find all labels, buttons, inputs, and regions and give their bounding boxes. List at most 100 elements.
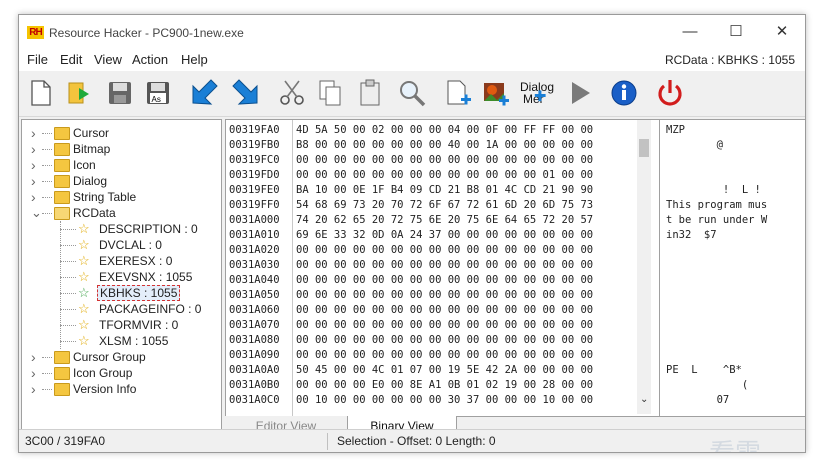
tree-item[interactable]: › Version Info — [22, 381, 221, 397]
hex-row[interactable]: 0031A030 00 00 00 00 00 00 00 00 00 00 00… — [226, 258, 636, 273]
cut-button[interactable] — [277, 78, 307, 108]
hex-bytes[interactable]: B8 00 00 00 00 00 00 00 40 00 1A 00 00 0… — [296, 138, 593, 153]
hex-row[interactable]: 0031A060 00 00 00 00 00 00 00 00 00 00 00… — [226, 303, 636, 318]
hex-row[interactable]: 0031A0A0 50 45 00 00 4C 01 07 00 19 5E 42… — [226, 363, 636, 378]
hex-row[interactable]: 00319FD0 00 00 00 00 00 00 00 00 00 00 00… — [226, 168, 636, 183]
hex-bytes[interactable]: 00 00 00 00 00 00 00 00 00 00 00 00 00 0… — [296, 258, 593, 273]
hex-row[interactable]: 00319FF0 54 68 69 73 20 70 72 6F 67 72 61… — [226, 198, 636, 213]
hex-row[interactable]: 0031A010 69 6E 33 32 0D 0A 24 37 00 00 00… — [226, 228, 636, 243]
hex-row[interactable]: 0031A0B0 00 00 00 00 E0 00 8E A1 0B 01 02… — [226, 378, 636, 393]
tree-item[interactable]: › String Table — [22, 189, 221, 205]
hex-row[interactable]: 0031A080 00 00 00 00 00 00 00 00 00 00 00… — [226, 333, 636, 348]
hex-bytes[interactable]: 00 00 00 00 00 00 00 00 00 00 00 00 00 0… — [296, 318, 593, 333]
add-image-resource-button[interactable] — [481, 78, 511, 108]
menu-help[interactable]: Help — [181, 52, 208, 67]
hex-bytes[interactable]: 00 00 00 00 00 00 00 00 00 00 00 00 00 0… — [296, 333, 593, 348]
hex-bytes[interactable]: 4D 5A 50 00 02 00 00 00 04 00 0F 00 FF F… — [296, 123, 593, 138]
chevron-right-icon[interactable]: › — [31, 189, 39, 205]
tree-item[interactable]: ☆ DESCRIPTION : 0 — [22, 221, 221, 237]
menu-view[interactable]: View — [94, 52, 122, 67]
compile-run-button[interactable] — [565, 78, 595, 108]
hex-row[interactable]: 0031A050 00 00 00 00 00 00 00 00 00 00 00… — [226, 288, 636, 303]
hex-bytes[interactable]: 00 00 00 00 00 00 00 00 00 00 00 00 00 0… — [296, 168, 593, 183]
scroll-down-arrow-icon[interactable]: ⌄ — [640, 394, 648, 405]
paste-button[interactable] — [355, 78, 385, 108]
tree-item[interactable]: ⌄ RCData — [22, 205, 221, 221]
new-button[interactable] — [25, 78, 55, 108]
save-as-button[interactable]: As — [143, 78, 173, 108]
ascii-row[interactable]: @ — [666, 138, 723, 153]
about-button[interactable] — [609, 78, 639, 108]
hex-row[interactable]: 00319FC0 00 00 00 00 00 00 00 00 00 00 00… — [226, 153, 636, 168]
tree-item[interactable]: ☆ PACKAGEINFO : 0 — [22, 301, 221, 317]
close-button[interactable]: ✕ — [759, 19, 805, 45]
ascii-row[interactable]: ( — [666, 378, 748, 393]
chevron-right-icon[interactable]: › — [31, 381, 39, 397]
ascii-row[interactable]: 07 — [666, 393, 730, 408]
hex-row[interactable]: 00319FB0 B8 00 00 00 00 00 00 00 40 00 1A… — [226, 138, 636, 153]
chevron-right-icon[interactable]: › — [31, 125, 39, 141]
menu-action[interactable]: Action — [132, 52, 168, 67]
hex-row[interactable]: 00319FA0 4D 5A 50 00 02 00 00 00 04 00 0F… — [226, 123, 636, 138]
hex-bytes[interactable]: 74 20 62 65 20 72 75 6E 20 75 6E 64 65 7… — [296, 213, 593, 228]
hex-bytes[interactable]: 54 68 69 73 20 70 72 6F 67 72 61 6D 20 6… — [296, 198, 593, 213]
chevron-down-icon[interactable]: ⌄ — [31, 205, 42, 221]
hex-bytes[interactable]: BA 10 00 0E 1F B4 09 CD 21 B8 01 4C CD 2… — [296, 183, 593, 198]
chevron-right-icon[interactable]: › — [31, 365, 39, 381]
tree-item[interactable]: ☆ DVCLAL : 0 — [22, 237, 221, 253]
tree-item[interactable]: ☆ XLSM : 1055 — [22, 333, 221, 349]
back-button[interactable] — [189, 78, 219, 108]
ascii-row[interactable]: PE L ^B* — [666, 363, 742, 378]
hex-vertical-scrollbar[interactable]: ⌄ — [637, 120, 651, 414]
hex-row[interactable]: 0031A0C0 00 10 00 00 00 00 00 00 30 37 00… — [226, 393, 636, 408]
tree-item[interactable]: › Bitmap — [22, 141, 221, 157]
hex-bytes[interactable]: 50 45 00 00 4C 01 07 00 19 5E 42 2A 00 0… — [296, 363, 593, 378]
tree-item[interactable]: ☆ TFORMVIR : 0 — [22, 317, 221, 333]
tree-item[interactable]: ☆ EXEVSNX : 1055 — [22, 269, 221, 285]
ascii-row[interactable]: ! L ! — [666, 183, 761, 198]
chevron-right-icon[interactable]: › — [31, 349, 39, 365]
hex-row[interactable]: 0031A040 00 00 00 00 00 00 00 00 00 00 00… — [226, 273, 636, 288]
forward-button[interactable] — [231, 78, 261, 108]
scrollbar-thumb[interactable] — [639, 139, 649, 157]
chevron-right-icon[interactable]: › — [31, 157, 39, 173]
hex-editor[interactable]: 00319FA0 4D 5A 50 00 02 00 00 00 04 00 0F… — [225, 119, 661, 417]
hex-row[interactable]: 0031A020 00 00 00 00 00 00 00 00 00 00 00… — [226, 243, 636, 258]
ascii-panel[interactable]: MZP @ ! L ! This program mus t be run unde… — [659, 119, 805, 417]
tree-item[interactable]: › Dialog — [22, 173, 221, 189]
hex-bytes[interactable]: 69 6E 33 32 0D 0A 24 37 00 00 00 00 00 0… — [296, 228, 593, 243]
menu-edit[interactable]: Edit — [60, 52, 82, 67]
hex-bytes[interactable]: 00 00 00 00 00 00 00 00 00 00 00 00 00 0… — [296, 348, 593, 363]
hex-bytes[interactable]: 00 00 00 00 00 00 00 00 00 00 00 00 00 0… — [296, 303, 593, 318]
hex-row[interactable]: 0031A070 00 00 00 00 00 00 00 00 00 00 00… — [226, 318, 636, 333]
tree-item[interactable]: › Icon Group — [22, 365, 221, 381]
chevron-right-icon[interactable]: › — [31, 173, 39, 189]
copy-button[interactable] — [315, 78, 345, 108]
minimize-button[interactable]: — — [667, 19, 713, 45]
open-button[interactable] — [63, 78, 93, 108]
add-blank-resource-button[interactable] — [443, 78, 473, 108]
tree-item[interactable]: › Cursor — [22, 125, 221, 141]
ascii-row[interactable]: This program mus — [666, 198, 767, 213]
hex-bytes[interactable]: 00 10 00 00 00 00 00 00 30 37 00 00 00 1… — [296, 393, 593, 408]
hex-bytes[interactable]: 00 00 00 00 00 00 00 00 00 00 00 00 00 0… — [296, 288, 593, 303]
exit-button[interactable] — [655, 78, 685, 108]
tree-item[interactable]: ☆ KBHKS : 1055 — [22, 285, 221, 301]
save-button[interactable] — [105, 78, 135, 108]
resource-tree[interactable]: › Cursor › Bitmap › Icon › Dialog › String Table ⌄… — [21, 119, 222, 431]
hex-row[interactable]: 00319FE0 BA 10 00 0E 1F B4 09 CD 21 B8 01… — [226, 183, 636, 198]
ascii-row[interactable]: t be run under W — [666, 213, 767, 228]
hex-bytes[interactable]: 00 00 00 00 00 00 00 00 00 00 00 00 00 0… — [296, 153, 593, 168]
hex-row[interactable]: 0031A000 74 20 62 65 20 72 75 6E 20 75 6E… — [226, 213, 636, 228]
hex-bytes[interactable]: 00 00 00 00 00 00 00 00 00 00 00 00 00 0… — [296, 243, 593, 258]
menu-file[interactable]: File — [27, 52, 48, 67]
dialog-merger-button[interactable]: Dialog Mer — [517, 78, 555, 108]
hex-bytes[interactable]: 00 00 00 00 00 00 00 00 00 00 00 00 00 0… — [296, 273, 593, 288]
chevron-right-icon[interactable]: › — [31, 141, 39, 157]
tree-item[interactable]: › Icon — [22, 157, 221, 173]
maximize-button[interactable]: ☐ — [713, 19, 759, 45]
ascii-row[interactable]: in32 $7 — [666, 228, 717, 243]
hex-bytes[interactable]: 00 00 00 00 E0 00 8E A1 0B 01 02 19 00 2… — [296, 378, 593, 393]
hex-row[interactable]: 0031A090 00 00 00 00 00 00 00 00 00 00 00… — [226, 348, 636, 363]
find-button[interactable] — [397, 78, 427, 108]
